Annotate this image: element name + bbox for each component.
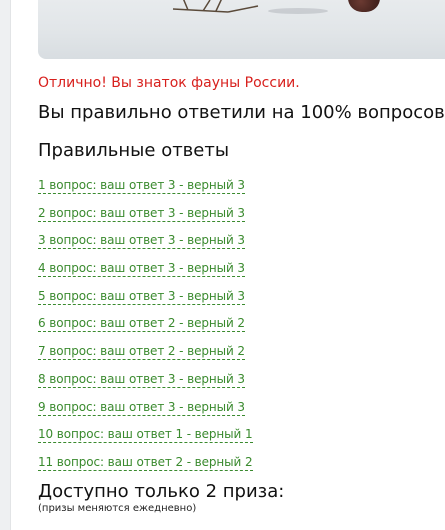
answers-heading: Правильные ответы [38,140,230,161]
answer-item[interactable]: 8 вопрос: ваш ответ 3 - верный 3 [38,370,253,398]
answer-link[interactable]: 4 вопрос: ваш ответ 3 - верный 3 [38,261,245,278]
answer-link[interactable]: 9 вопрос: ваш ответ 3 - верный 3 [38,399,245,416]
answer-link[interactable]: 6 вопрос: ваш ответ 2 - верный 2 [38,316,245,333]
answer-item[interactable]: 7 вопрос: ваш ответ 2 - верный 2 [38,342,253,370]
answer-link[interactable]: 2 вопрос: ваш ответ 3 - верный 3 [38,205,245,222]
answer-item[interactable]: 10 вопрос: ваш ответ 1 - верный 1 [38,425,253,453]
twig-graphic [172,0,259,13]
answer-item[interactable]: 11 вопрос: ваш ответ 2 - верный 2 [38,453,253,481]
answer-link[interactable]: 10 вопрос: ваш ответ 1 - верный 1 [38,427,253,444]
answer-item[interactable]: 3 вопрос: ваш ответ 3 - верный 3 [38,231,253,259]
answer-link[interactable]: 5 вопрос: ваш ответ 3 - верный 3 [38,288,245,305]
praise-message: Отлично! Вы знаток фауны России. [38,75,300,91]
prizes-note: (призы меняются ежедневно) [38,503,197,514]
answer-link[interactable]: 8 вопрос: ваш ответ 3 - верный 3 [38,371,245,388]
snow-shadow [268,8,328,14]
answers-list: 1 вопрос: ваш ответ 3 - верный 3 2 вопро… [38,176,253,481]
left-rail [0,0,11,530]
answer-item[interactable]: 1 вопрос: ваш ответ 3 - верный 3 [38,176,253,204]
answer-item[interactable]: 6 вопрос: ваш ответ 2 - верный 2 [38,314,253,342]
score-summary: Вы правильно ответили на 100% вопросов [38,102,445,123]
animal-figure [348,0,380,12]
answer-link[interactable]: 3 вопрос: ваш ответ 3 - верный 3 [38,233,245,250]
answer-item[interactable]: 9 вопрос: ваш ответ 3 - верный 3 [38,398,253,426]
answer-item[interactable]: 2 вопрос: ваш ответ 3 - верный 3 [38,204,253,232]
answer-item[interactable]: 4 вопрос: ваш ответ 3 - верный 3 [38,259,253,287]
answer-link[interactable]: 1 вопрос: ваш ответ 3 - верный 3 [38,178,245,194]
quiz-hero-image [38,0,445,59]
answer-link[interactable]: 7 вопрос: ваш ответ 2 - верный 2 [38,344,245,361]
answer-link[interactable]: 11 вопрос: ваш ответ 2 - верный 2 [38,454,253,471]
answer-item[interactable]: 5 вопрос: ваш ответ 3 - верный 3 [38,287,253,315]
prizes-heading: Доступно только 2 приза: [38,481,285,502]
